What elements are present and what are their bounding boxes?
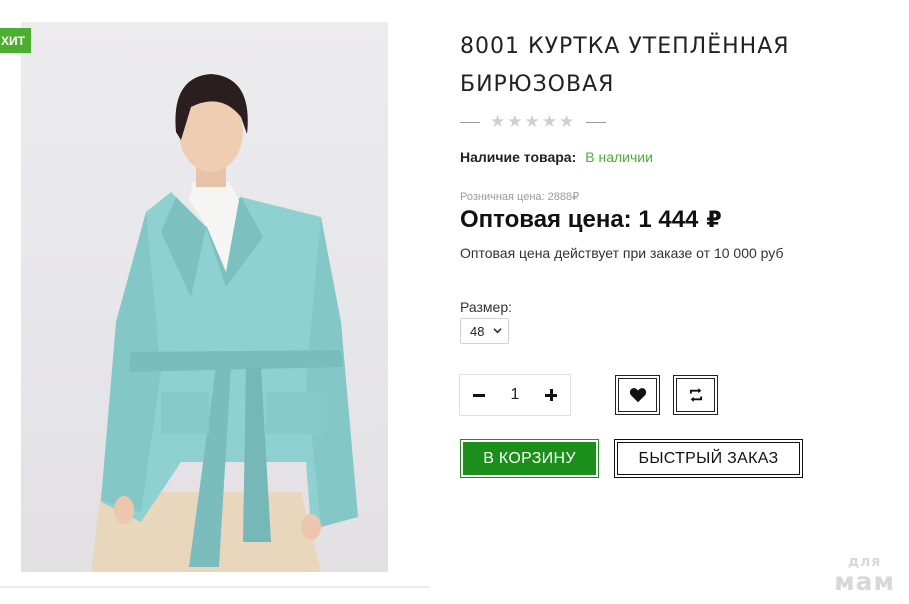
star-icon[interactable]: ★: [559, 112, 574, 132]
add-to-cart-label: В КОРЗИНУ: [463, 442, 596, 475]
wishlist-button[interactable]: [615, 375, 660, 415]
star-icon[interactable]: ★: [542, 112, 557, 132]
quick-order-label: БЫСТРЫЙ ЗАКАЗ: [617, 442, 800, 475]
wholesale-note: Оптовая цена действует при заказе от 10 …: [460, 245, 784, 261]
heart-icon: [629, 388, 646, 403]
stock-value: В наличии: [585, 149, 653, 165]
hit-badge: ХИТ: [0, 28, 31, 53]
compare-arrows-icon: [689, 388, 702, 402]
stock-label: Наличие товара:: [460, 149, 577, 165]
compare-button[interactable]: [673, 375, 718, 415]
increase-quantity-button[interactable]: [543, 387, 559, 403]
rating[interactable]: ★ ★ ★ ★ ★: [460, 112, 607, 132]
chevron-down-icon: [493, 328, 502, 334]
decrease-quantity-button[interactable]: [471, 387, 487, 403]
wholesale-price: Оптовая цена: 1 444 ₽: [460, 206, 722, 234]
quantity-value[interactable]: 1: [511, 386, 520, 404]
model-illustration: [91, 74, 358, 572]
star-icon[interactable]: ★: [525, 112, 540, 132]
retail-price: Розничная цена: 2888₽: [460, 191, 580, 203]
rating-stars[interactable]: ★ ★ ★ ★ ★: [490, 112, 574, 132]
divider: [0, 586, 430, 588]
size-select[interactable]: 48: [460, 318, 509, 344]
quick-order-button[interactable]: БЫСТРЫЙ ЗАКАЗ: [614, 439, 803, 478]
size-selected-value: 48: [470, 323, 485, 339]
currency-symbol: ₽: [706, 207, 722, 232]
rating-divider: [586, 121, 607, 123]
watermark-logo: для мам: [834, 555, 895, 594]
stock-status: Наличие товара: В наличии: [460, 149, 653, 165]
quantity-stepper[interactable]: 1: [459, 374, 571, 416]
star-icon[interactable]: ★: [507, 112, 522, 132]
rating-divider: [460, 121, 480, 123]
product-photo[interactable]: [21, 22, 388, 572]
watermark-line2: мам: [834, 567, 895, 596]
size-label: Размер:: [460, 299, 513, 315]
star-icon[interactable]: ★: [490, 112, 505, 132]
product-title: 8001 КУРТКА УТЕПЛЁННАЯ БИРЮЗОВАЯ: [460, 34, 790, 97]
add-to-cart-button[interactable]: В КОРЗИНУ: [460, 439, 599, 478]
wholesale-price-label: Оптовая цена: 1 444: [460, 206, 699, 233]
